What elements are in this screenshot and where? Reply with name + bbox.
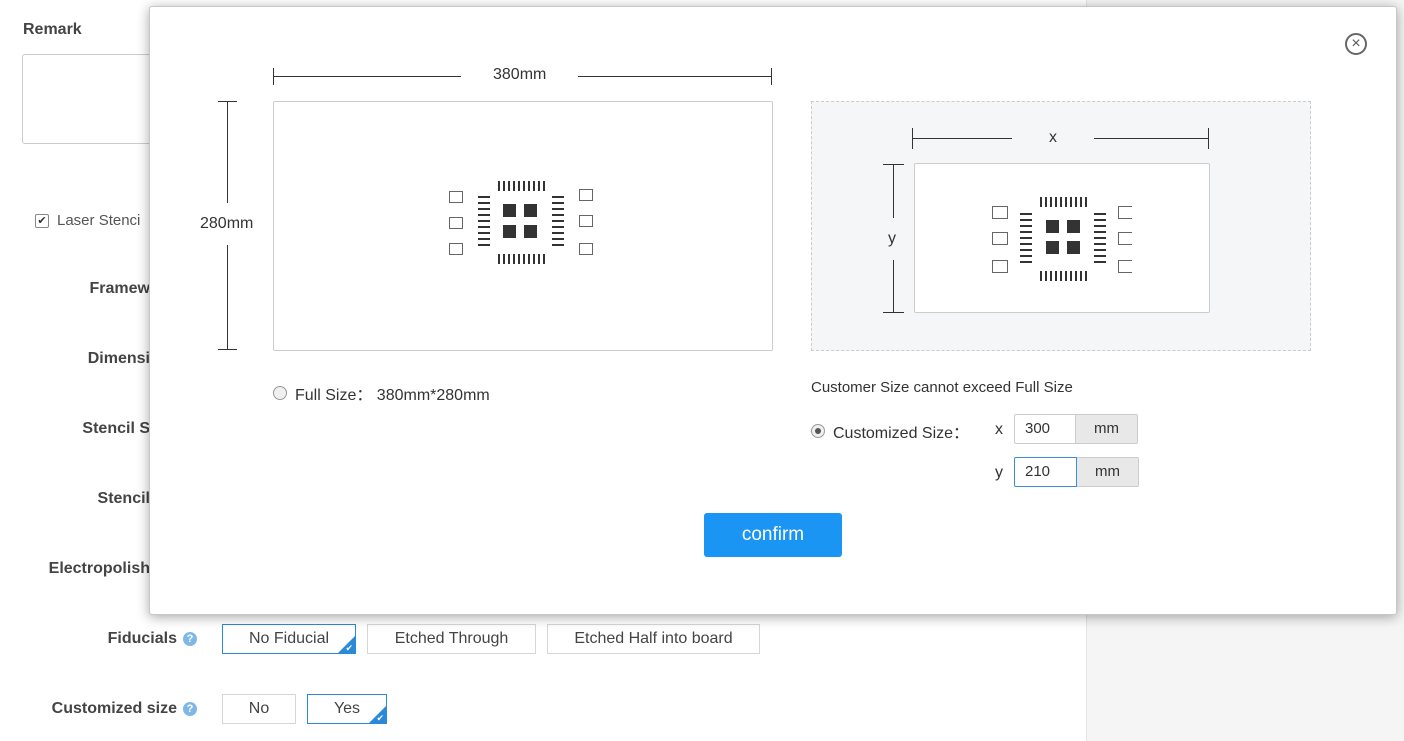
fiducial-option-label: Etched Through: [394, 630, 509, 647]
y-input-label: y: [995, 464, 1003, 481]
custom-y-label: y: [888, 218, 896, 260]
full-width-label: 380mm: [461, 66, 579, 84]
dimension-tick: [883, 312, 904, 313]
full-size-radio-row[interactable]: Full Size： 380mm*280mm: [273, 381, 490, 405]
fiducial-option-etched-through[interactable]: Etched Through: [367, 624, 536, 654]
x-unit-label: mm: [1076, 414, 1138, 444]
y-unit-label: mm: [1077, 457, 1139, 487]
laser-stencil-row[interactable]: ✔ Laser Stenci: [35, 212, 140, 229]
dimension-tick: [1208, 128, 1209, 149]
fiducials-row-label: Fiducials?: [47, 630, 197, 648]
confirm-button[interactable]: confirm: [704, 513, 842, 557]
stencil-label: Stencil: [97, 490, 150, 507]
electropolish-label: Electropolish: [48, 560, 150, 577]
full-size-board: [273, 101, 773, 351]
customized-size-modal: × 380mm 280mm Full Size： 380mm*280mm x y…: [149, 6, 1397, 615]
customized-size-diagram: x y: [811, 101, 1311, 351]
y-size-input[interactable]: 210: [1014, 457, 1077, 487]
remark-label: Remark: [23, 21, 82, 38]
fiducial-option-no-fiducial[interactable]: No Fiducial ✔: [222, 624, 356, 654]
fiducial-option-label: No Fiducial: [248, 630, 330, 647]
dimension-tick: [218, 101, 237, 102]
dimensions-label: Dimensi: [87, 350, 150, 367]
customized-size-label: Customized size: [51, 700, 177, 717]
customized-size-option-no[interactable]: No: [222, 694, 296, 724]
customized-size-board: [914, 163, 1210, 313]
x-input-label: x: [995, 421, 1003, 438]
customized-size-row-label: Customized size?: [47, 700, 197, 718]
x-size-input[interactable]: 300: [1014, 414, 1076, 444]
fiducials-label: Fiducials: [107, 630, 177, 647]
fiducial-option-label: Etched Half into board: [574, 630, 733, 647]
customized-size-option-label: Yes: [333, 700, 361, 717]
size-limit-note: Customer Size cannot exceed Full Size: [811, 379, 1073, 396]
help-icon[interactable]: ?: [183, 632, 197, 646]
framework-label: Framew: [89, 280, 150, 297]
laser-stencil-label: Laser Stenci: [57, 212, 141, 229]
check-icon: ✔: [376, 713, 384, 723]
full-size-label: Full Size： 380mm*280mm: [295, 387, 490, 404]
close-icon[interactable]: ×: [1345, 33, 1367, 55]
fiducial-option-etched-half[interactable]: Etched Half into board: [547, 624, 760, 654]
customized-size-option-yes[interactable]: Yes ✔: [307, 694, 387, 724]
dimension-tick: [912, 128, 913, 149]
dimension-tick: [273, 68, 274, 85]
check-icon: ✔: [345, 643, 353, 653]
customized-size-radio-row[interactable]: Customized Size：: [811, 419, 969, 443]
custom-x-label: x: [1012, 129, 1094, 147]
dimension-tick: [771, 68, 772, 85]
help-icon[interactable]: ?: [183, 702, 197, 716]
pcb-pattern-icon: [449, 181, 593, 264]
customized-size-radio[interactable]: [811, 424, 825, 438]
stencil-side-label: Stencil S: [82, 420, 150, 437]
dimension-tick: [218, 349, 237, 350]
customized-size-label: Customized Size：: [833, 425, 970, 442]
full-height-label: 280mm: [198, 203, 256, 245]
customized-size-option-label: No: [248, 700, 270, 717]
dimension-tick: [883, 164, 904, 165]
pcb-pattern-icon: [992, 197, 1132, 281]
laser-stencil-checkbox[interactable]: ✔: [35, 213, 49, 228]
full-size-radio[interactable]: [273, 386, 287, 400]
